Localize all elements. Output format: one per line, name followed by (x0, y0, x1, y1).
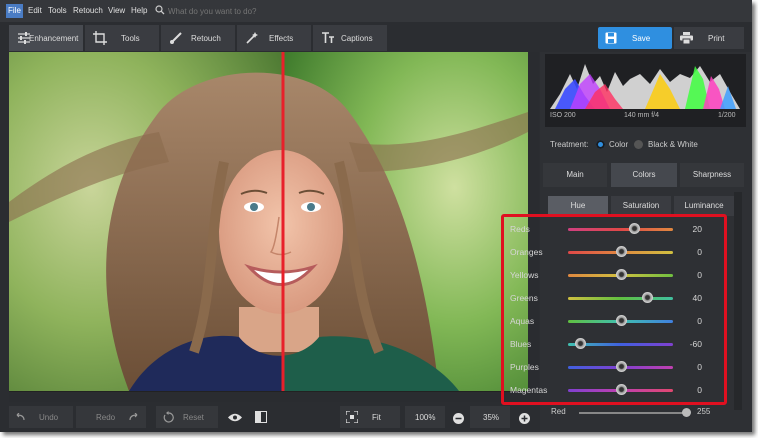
slider-label: Red (551, 407, 566, 416)
redo-button[interactable]: Redo (76, 406, 146, 428)
menu-view[interactable]: View (106, 4, 127, 18)
subtab-luminance[interactable]: Luminance (674, 196, 734, 216)
eye-icon (228, 413, 242, 422)
menu-tools[interactable]: Tools (46, 4, 69, 18)
panel-scrollbar[interactable] (734, 192, 742, 410)
redo-icon (129, 413, 138, 421)
bw-radio-label: Black & White (648, 140, 698, 149)
zoom-level-label: 35% (483, 413, 500, 422)
histogram-shutter: 1/200 (718, 112, 736, 119)
crop-icon (93, 31, 107, 45)
tab-tools-label: Tools (121, 34, 140, 43)
tab-enhancement[interactable]: Enhancement (9, 25, 83, 51)
tab-retouch[interactable]: Retouch (161, 25, 235, 51)
histogram-graph (550, 64, 740, 109)
color-radio-label: Color (609, 140, 629, 149)
fit-button[interactable]: Fit (340, 406, 400, 428)
redo-label: Redo (96, 413, 116, 422)
undo-button[interactable]: Undo (9, 406, 73, 428)
undo-icon (16, 413, 25, 421)
tab-enhancement-label: Enhancement (29, 34, 79, 43)
tab-sharpness[interactable]: Sharpness (680, 163, 744, 187)
color-radio[interactable] (596, 140, 605, 149)
treatment-label: Treatment: (550, 140, 589, 149)
compare-button[interactable] (250, 406, 272, 428)
tab-effects[interactable]: Effects (237, 25, 311, 51)
reset-button[interactable]: Reset (156, 406, 218, 428)
menu-help[interactable]: Help (129, 4, 149, 18)
search-icon (155, 5, 165, 15)
save-button[interactable]: Save (598, 27, 672, 49)
print-button[interactable]: Print (674, 27, 744, 49)
treatment-selector: Treatment: Color Black & White (550, 140, 698, 149)
highlight-box (501, 214, 727, 405)
brush-icon (170, 32, 182, 44)
magic-wand-icon (246, 32, 258, 44)
compare-split-icon (255, 411, 267, 423)
tab-effects-label: Effects (269, 34, 294, 43)
save-label: Save (632, 34, 651, 43)
zoom-100-button[interactable]: 100% (405, 406, 445, 428)
photo (9, 52, 528, 391)
menu-file[interactable]: File (6, 4, 23, 18)
print-label: Print (708, 34, 725, 43)
bw-radio[interactable] (634, 140, 643, 149)
fit-screen-icon (346, 411, 358, 423)
tab-captions-label: Captions (341, 34, 373, 43)
slider-value: 255 (697, 407, 711, 416)
reset-icon (163, 411, 174, 423)
zoom-level: 35% (470, 406, 510, 428)
menu-bar: File Edit Tools Retouch View Help (0, 0, 752, 22)
portrait-photo (9, 52, 528, 391)
preview-eye-button[interactable] (224, 406, 246, 428)
zoom-100-label: 100% (415, 413, 436, 422)
histogram-iso: ISO 200 (550, 112, 576, 119)
subtab-hue[interactable]: Hue (548, 196, 608, 216)
photo-canvas[interactable] (9, 52, 539, 392)
slider-red-channel[interactable]: Red 255 (551, 407, 731, 419)
slider-track[interactable] (579, 412, 687, 414)
undo-label: Undo (39, 413, 59, 422)
tab-main[interactable]: Main (543, 163, 607, 187)
search-input[interactable] (168, 4, 368, 18)
zoom-out-icon[interactable] (453, 413, 464, 424)
tab-colors[interactable]: Colors (611, 163, 677, 187)
floppy-disk-icon (605, 32, 617, 44)
printer-icon (680, 32, 693, 44)
reset-label: Reset (183, 413, 204, 422)
app-window: File Edit Tools Retouch View Help Enhanc… (0, 0, 752, 432)
tab-tools[interactable]: Tools (85, 25, 159, 51)
canvas-horizontal-scrollbar[interactable] (9, 392, 539, 402)
subtab-saturation[interactable]: Saturation (611, 196, 671, 216)
histogram-lens: 140 mm f/4 (624, 112, 660, 119)
menu-retouch[interactable]: Retouch (71, 4, 105, 18)
slider-knob[interactable] (682, 408, 691, 417)
tab-captions[interactable]: Captions (313, 25, 387, 51)
tab-retouch-label: Retouch (191, 34, 221, 43)
menu-edit[interactable]: Edit (26, 4, 44, 18)
text-icon (322, 32, 334, 43)
fit-label: Fit (372, 413, 381, 422)
zoom-in-icon[interactable] (519, 413, 530, 424)
